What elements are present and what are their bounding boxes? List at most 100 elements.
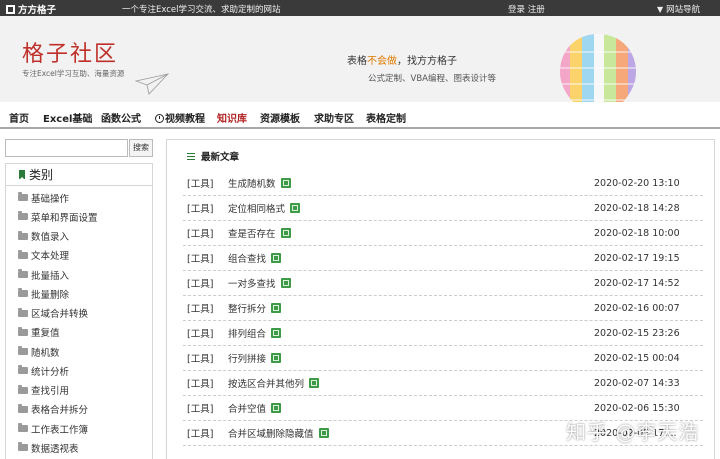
folder-icon bbox=[18, 288, 28, 298]
category-item[interactable]: 表格合并拆分 bbox=[6, 400, 152, 419]
zhihu-watermark: 知乎 @李天浩 bbox=[566, 420, 700, 444]
category-item[interactable]: 文本处理 bbox=[6, 246, 152, 265]
excel-file-icon bbox=[271, 353, 282, 363]
category-item[interactable]: 区域合并转换 bbox=[6, 304, 152, 323]
site-tagline: 一个专注Excel学习交流、求助定制的网站 bbox=[122, 5, 281, 15]
category-item[interactable]: 菜单和界面设置 bbox=[6, 207, 152, 226]
folder-icon bbox=[18, 249, 28, 259]
article-title[interactable]: 行列拼接 bbox=[228, 351, 282, 365]
article-row[interactable]: [工具] 整行拆分 2020-02-16 00:07 bbox=[183, 296, 703, 321]
article-date: 2020-02-18 14:28 bbox=[594, 202, 680, 214]
search-input[interactable] bbox=[5, 139, 128, 157]
article-row[interactable]: [工具] 生成随机数 2020-02-20 13:10 bbox=[183, 171, 703, 196]
nav-item-formulas[interactable]: 函数公式 bbox=[101, 110, 141, 125]
article-title[interactable]: 组合查找 bbox=[228, 251, 282, 265]
category-item[interactable]: 批量删除 bbox=[6, 284, 152, 303]
article-date: 2020-02-20 13:10 bbox=[594, 177, 680, 189]
category-item[interactable]: 工作表工作簿 bbox=[6, 419, 152, 438]
category-item[interactable]: 批量插入 bbox=[6, 265, 152, 284]
article-tag[interactable]: [工具] bbox=[187, 251, 213, 265]
article-tag[interactable]: [工具] bbox=[187, 176, 213, 190]
nav-item-home[interactable]: 首页 bbox=[9, 110, 29, 125]
brand-logo[interactable]: 方方格子 bbox=[6, 2, 56, 16]
article-title[interactable]: 排列组合 bbox=[228, 326, 282, 340]
folder-icon bbox=[18, 384, 28, 394]
category-item[interactable]: 查找引用 bbox=[6, 381, 152, 400]
article-tag[interactable]: [工具] bbox=[187, 426, 213, 440]
article-row[interactable]: [工具] 排列组合 2020-02-15 23:26 bbox=[183, 321, 703, 346]
folder-icon bbox=[18, 346, 28, 356]
site-title[interactable]: 格子社区 bbox=[22, 36, 118, 68]
article-title[interactable]: 合并区域删除隐藏值 bbox=[228, 426, 329, 440]
excel-file-icon bbox=[280, 178, 291, 188]
site-nav-label: 网站导航 bbox=[666, 5, 701, 15]
article-tag[interactable]: [工具] bbox=[187, 401, 213, 415]
article-date: 2020-02-17 14:52 bbox=[594, 277, 680, 289]
article-row[interactable]: [工具] 一对多查找 2020-02-17 14:52 bbox=[183, 271, 703, 296]
category-item[interactable]: 基础操作 bbox=[6, 188, 152, 207]
bookmark-icon bbox=[19, 170, 25, 180]
article-title[interactable]: 定位相同格式 bbox=[228, 201, 301, 215]
site-nav-menu[interactable]: ▼ 网站导航 bbox=[657, 3, 701, 16]
article-list: [工具] 生成随机数 2020-02-20 13:10 [工具] 定位相同格式 2020… bbox=[183, 171, 703, 446]
article-row[interactable]: [工具] 按选区合并其他列 2020-02-07 14:33 bbox=[183, 371, 703, 396]
login-register-link[interactable]: 登录 注册 bbox=[508, 3, 545, 15]
article-row[interactable]: [工具] 行列拼接 2020-02-15 00:04 bbox=[183, 346, 703, 371]
excel-file-icon bbox=[318, 428, 329, 438]
main-nav: 首页 Excel基础 函数公式 视频教程 知识库 资源模板 求助专区 表格定制 bbox=[0, 102, 720, 129]
article-row[interactable]: [工具] 查是否存在 2020-02-18 10:00 bbox=[183, 221, 703, 246]
article-tag[interactable]: [工具] bbox=[187, 201, 213, 215]
article-date: 2020-02-15 23:26 bbox=[594, 327, 680, 339]
excel-file-icon bbox=[271, 328, 282, 338]
excel-file-icon bbox=[309, 378, 320, 388]
article-tag[interactable]: [工具] bbox=[187, 276, 213, 290]
category-item[interactable]: 重复值 bbox=[6, 323, 152, 342]
article-tag[interactable]: [工具] bbox=[187, 326, 213, 340]
search-button[interactable]: 搜索 bbox=[129, 139, 153, 157]
article-tag[interactable]: [工具] bbox=[187, 376, 213, 390]
article-title[interactable]: 查是否存在 bbox=[228, 226, 291, 240]
slogan-main: 表格不会做，找方方格子 bbox=[347, 56, 457, 67]
nav-item-help[interactable]: 求助专区 bbox=[314, 110, 354, 125]
play-circle-icon bbox=[155, 114, 164, 123]
folder-icon bbox=[18, 326, 28, 336]
category-item[interactable]: 随机数 bbox=[6, 342, 152, 361]
article-title[interactable]: 整行拆分 bbox=[228, 301, 282, 315]
article-title[interactable]: 生成随机数 bbox=[228, 176, 291, 190]
brand-name: 方方格子 bbox=[18, 5, 57, 16]
excel-file-icon bbox=[280, 228, 291, 238]
category-item[interactable]: 数据透视表 bbox=[6, 438, 152, 457]
folder-icon bbox=[18, 230, 28, 240]
article-tag[interactable]: [工具] bbox=[187, 226, 213, 240]
top-bar: 方方格子 一个专注Excel学习交流、求助定制的网站 登录 注册 ▼ 网站导航 bbox=[0, 0, 720, 16]
caret-down-icon: ▼ bbox=[657, 4, 664, 14]
logo-icon bbox=[6, 4, 15, 14]
article-date: 2020-02-17 19:15 bbox=[594, 252, 680, 264]
excel-file-icon bbox=[290, 203, 301, 213]
nav-item-templates[interactable]: 资源模板 bbox=[260, 110, 300, 125]
article-title[interactable]: 一对多查找 bbox=[228, 276, 291, 290]
article-row[interactable]: [工具] 组合查找 2020-02-17 19:15 bbox=[183, 246, 703, 271]
category-item[interactable]: 统计分析 bbox=[6, 361, 152, 380]
nav-item-knowledge-base[interactable]: 知识库 bbox=[217, 110, 247, 125]
article-row[interactable]: [工具] 定位相同格式 2020-02-18 14:28 bbox=[183, 196, 703, 221]
header-banner: 格子社区 专注Excel学习互助、海量资源 表格不会做，找方方格子 公式定制、V… bbox=[0, 16, 720, 102]
article-tag[interactable]: [工具] bbox=[187, 351, 213, 365]
article-title[interactable]: 按选区合并其他列 bbox=[228, 376, 320, 390]
excel-file-icon bbox=[271, 403, 282, 413]
article-date: 2020-02-18 10:00 bbox=[594, 227, 680, 239]
article-date: 2020-02-07 14:33 bbox=[594, 377, 680, 389]
category-list: 基础操作 菜单和界面设置 数值录入 文本处理 批量插入 批量删除 区域合并转换 … bbox=[6, 186, 152, 458]
folder-icon bbox=[18, 269, 28, 279]
nav-item-custom-tables[interactable]: 表格定制 bbox=[366, 110, 406, 125]
nav-item-excel-basics[interactable]: Excel基础 bbox=[43, 110, 92, 125]
list-icon bbox=[187, 152, 195, 160]
category-sidebar: 类别 基础操作 菜单和界面设置 数值录入 文本处理 批量插入 批量删除 区域合并… bbox=[5, 163, 153, 459]
category-item[interactable]: 数值录入 bbox=[6, 227, 152, 246]
nav-item-video-tutorials[interactable]: 视频教程 bbox=[155, 110, 205, 125]
article-date: 2020-02-06 15:30 bbox=[594, 402, 680, 414]
excel-file-icon bbox=[271, 303, 282, 313]
folder-icon bbox=[18, 211, 28, 221]
article-title[interactable]: 合并空值 bbox=[228, 401, 282, 415]
article-tag[interactable]: [工具] bbox=[187, 301, 213, 315]
